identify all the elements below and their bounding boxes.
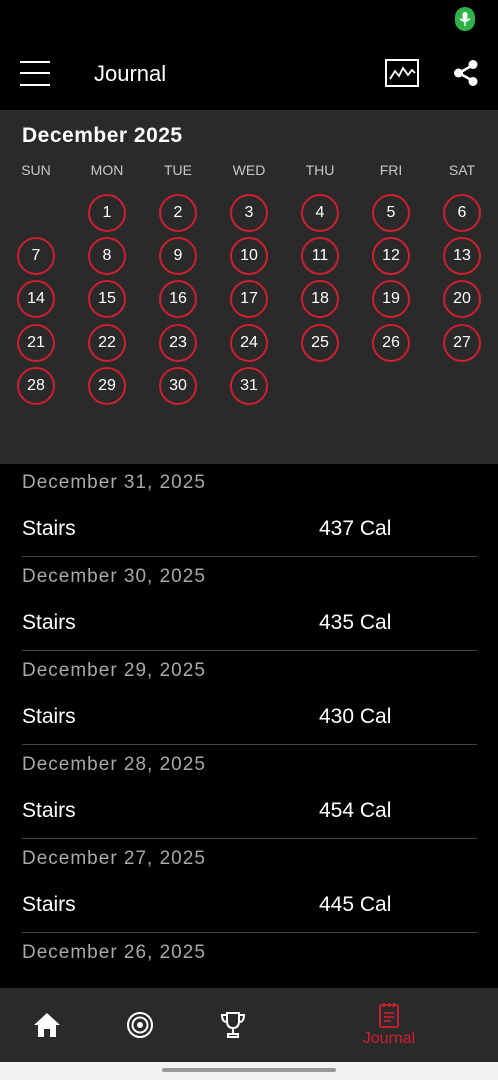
calendar-day-15[interactable]: 15 — [88, 280, 126, 318]
calendar-day-29[interactable]: 29 — [88, 367, 126, 405]
home-icon — [34, 1013, 60, 1037]
journal-entry[interactable]: December 27, 2025 Stairs 445 Cal — [0, 840, 498, 934]
entry-date: December 26, 2025 — [22, 942, 206, 963]
bottom-navigation: Journal — [0, 988, 498, 1062]
weekday-label: MON — [90, 162, 124, 178]
system-gesture-bar — [0, 1062, 498, 1080]
calendar-day-14[interactable]: 14 — [17, 280, 55, 318]
journal-entry[interactable]: December 30, 2025 Stairs 435 Cal — [0, 558, 498, 652]
entry-activity: Stairs — [22, 517, 76, 540]
calendar-day-7[interactable]: 7 — [17, 237, 55, 275]
calendar-day-9[interactable]: 9 — [159, 237, 197, 275]
journal-entry[interactable]: December 26, 2025 — [0, 934, 498, 988]
entry-calories: 437 Cal — [319, 517, 392, 540]
entry-calories: 445 Cal — [319, 893, 392, 916]
calendar-day-6[interactable]: 6 — [443, 194, 481, 232]
entry-divider — [22, 744, 477, 745]
entry-calories: 430 Cal — [319, 705, 392, 728]
calendar-day-22[interactable]: 22 — [88, 324, 126, 362]
calendar-day-28[interactable]: 28 — [17, 367, 55, 405]
entry-divider — [22, 838, 477, 839]
trophy-icon — [220, 1012, 246, 1038]
calendar-day-18[interactable]: 18 — [301, 280, 339, 318]
journal-entry-list[interactable]: December 31, 2025 Stairs 437 Cal December 3… — [0, 464, 498, 988]
weekday-label: SAT — [448, 162, 476, 178]
journal-entry[interactable]: December 28, 2025 Stairs 454 Cal — [0, 746, 498, 840]
calendar-day-17[interactable]: 17 — [230, 280, 268, 318]
calendar-month-label: December 2025 — [22, 124, 183, 147]
nav-home-button[interactable] — [7, 988, 87, 1062]
microphone-in-use-icon — [455, 7, 475, 31]
entry-activity: Stairs — [22, 893, 76, 916]
entry-divider — [22, 650, 477, 651]
calendar-day-21[interactable]: 21 — [17, 324, 55, 362]
target-icon — [127, 1012, 153, 1038]
status-bar — [0, 0, 498, 38]
entry-activity: Stairs — [22, 705, 76, 728]
weekday-label: THU — [305, 162, 335, 178]
calendar-day-27[interactable]: 27 — [443, 324, 481, 362]
weekday-label: FRI — [379, 162, 403, 178]
share-icon — [454, 60, 478, 86]
calendar-day-4[interactable]: 4 — [301, 194, 339, 232]
calendar-weekday-header: SUN MON TUE WED THU FRI SAT — [0, 162, 498, 180]
entry-activity: Stairs — [22, 799, 76, 822]
nav-journal-label: Journal — [362, 1030, 416, 1047]
calendar-day-30[interactable]: 30 — [159, 367, 197, 405]
nav-goals-button[interactable] — [100, 988, 180, 1062]
calendar-day-2[interactable]: 2 — [159, 194, 197, 232]
calendar-day-3[interactable]: 3 — [230, 194, 268, 232]
entry-divider — [22, 556, 477, 557]
journal-entry[interactable]: December 31, 2025 Stairs 437 Cal — [0, 464, 498, 558]
calendar-day-11[interactable]: 11 — [301, 237, 339, 275]
calendar-day-13[interactable]: 13 — [443, 237, 481, 275]
entry-activity: Stairs — [22, 611, 76, 634]
calendar-day-31[interactable]: 31 — [230, 367, 268, 405]
entry-date: December 29, 2025 — [22, 660, 206, 681]
weekday-label: SUN — [21, 162, 51, 178]
entry-calories: 435 Cal — [319, 611, 392, 634]
calendar-day-26[interactable]: 26 — [372, 324, 410, 362]
calendar-day-5[interactable]: 5 — [372, 194, 410, 232]
calendar-day-25[interactable]: 25 — [301, 324, 339, 362]
journal-entry[interactable]: December 29, 2025 Stairs 430 Cal — [0, 652, 498, 746]
calendar-day-1[interactable]: 1 — [88, 194, 126, 232]
calendar-day-16[interactable]: 16 — [159, 280, 197, 318]
entry-date: December 31, 2025 — [22, 472, 206, 493]
gesture-handle[interactable] — [162, 1068, 336, 1072]
calendar-day-24[interactable]: 24 — [230, 324, 268, 362]
page-title: Journal — [94, 61, 167, 86]
nav-achievements-button[interactable] — [193, 988, 273, 1062]
calendar-day-23[interactable]: 23 — [159, 324, 197, 362]
month-calendar: December 2025 SUN MON TUE WED THU FRI SAT 1234… — [0, 110, 498, 464]
menu-button[interactable] — [20, 60, 52, 88]
calendar-day-20[interactable]: 20 — [443, 280, 481, 318]
weekday-label: TUE — [164, 162, 192, 178]
activity-chart-icon — [385, 59, 419, 87]
entry-calories: 454 Cal — [319, 799, 392, 822]
calendar-day-8[interactable]: 8 — [88, 237, 126, 275]
weekday-label: WED — [232, 162, 266, 178]
share-button[interactable] — [452, 59, 480, 87]
entry-date: December 28, 2025 — [22, 754, 206, 775]
activity-chart-button[interactable] — [385, 59, 419, 87]
calendar-day-10[interactable]: 10 — [230, 237, 268, 275]
app-bar: Journal — [0, 38, 498, 110]
calendar-day-19[interactable]: 19 — [372, 280, 410, 318]
nav-journal-button[interactable]: Journal — [349, 988, 429, 1062]
entry-date: December 27, 2025 — [22, 848, 206, 869]
entry-date: December 30, 2025 — [22, 566, 206, 587]
calendar-day-12[interactable]: 12 — [372, 237, 410, 275]
entry-divider — [22, 932, 477, 933]
journal-icon — [379, 1003, 399, 1028]
